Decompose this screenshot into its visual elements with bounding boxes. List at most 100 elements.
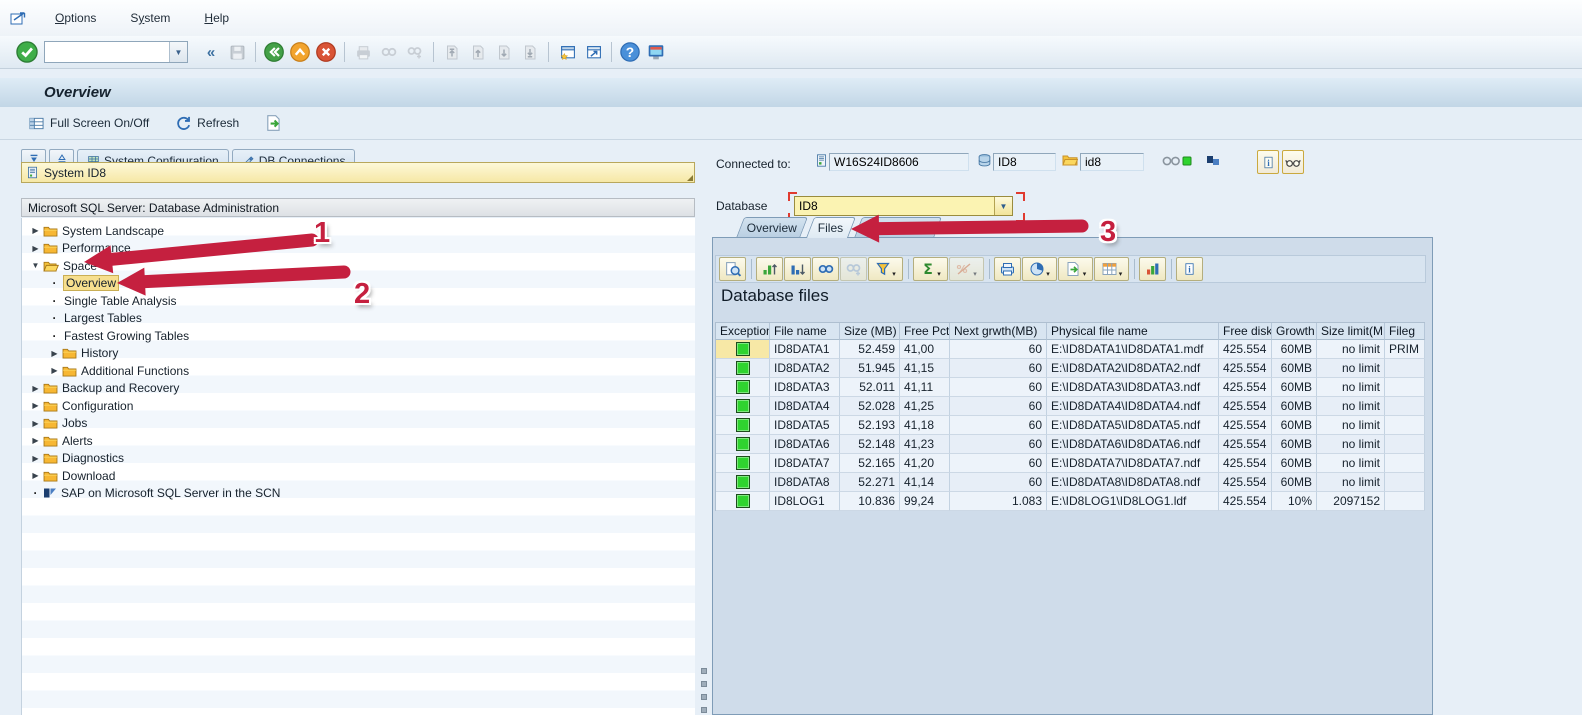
export-button[interactable] [265, 114, 283, 132]
menu-item-system[interactable]: System [120, 8, 180, 28]
command-field[interactable]: ▼ [44, 41, 188, 63]
exception-cell[interactable] [716, 492, 770, 511]
directory-field[interactable]: id8 [1080, 153, 1144, 171]
column-header-exception[interactable]: Exception [716, 323, 770, 340]
views-button[interactable]: ▾ [1022, 257, 1057, 281]
exception-cell[interactable] [716, 359, 770, 378]
sap-session-icon[interactable] [10, 11, 27, 26]
table-row[interactable]: ID8DATA552.19341,1860E:\ID8DATA5\ID8DATA… [716, 416, 1425, 435]
exception-cell[interactable] [716, 435, 770, 454]
sortdesc-button[interactable] [784, 257, 811, 281]
tree-item-sap-on-microsoft-sql-server-in-the-scn[interactable]: ·SAP on Microsoft SQL Server in the SCN [22, 485, 695, 503]
tree-item-backup-and-recovery[interactable]: ▶Backup and Recovery [22, 380, 695, 398]
tree-item-performance[interactable]: ▶Performance [22, 240, 695, 258]
chevron-collapsed-icon[interactable]: ▶ [30, 436, 41, 445]
alert-config-icon[interactable] [1206, 154, 1220, 167]
tree-item-history[interactable]: ▶History [22, 345, 695, 363]
tree-item-alerts[interactable]: ▶Alerts [22, 432, 695, 450]
back-button[interactable] [261, 39, 287, 65]
table-row[interactable]: ID8DATA251.94541,1560E:\ID8DATA2\ID8DATA… [716, 359, 1425, 378]
shortcut-button[interactable] [580, 39, 606, 65]
table-row[interactable]: ID8LOG110.83699,241.083E:\ID8LOG1\ID8LOG… [716, 492, 1425, 511]
printb-button[interactable] [994, 257, 1021, 281]
database-dropdown[interactable]: ID8 ▼ [794, 196, 1013, 216]
column-header-growth[interactable]: Growth [1272, 323, 1317, 340]
magnifier-button[interactable] [719, 257, 746, 281]
exception-cell[interactable] [716, 416, 770, 435]
help-button[interactable]: ? [617, 39, 643, 65]
column-header-size-mb-[interactable]: Size (MB) [840, 323, 900, 340]
system-selector[interactable]: System ID8 [21, 162, 695, 183]
tree-item-fastest-growing-tables[interactable]: ·Fastest Growing Tables [22, 327, 695, 345]
exception-cell[interactable] [716, 473, 770, 492]
fullscreen-toggle-button[interactable]: Full Screen On/Off [28, 116, 149, 131]
infob-button[interactable]: i [1176, 257, 1203, 281]
column-header-next-grwth-mb-[interactable]: Next grwth(MB) [950, 323, 1047, 340]
tree-item-additional-functions[interactable]: ▶Additional Functions [22, 362, 695, 380]
exception-cell[interactable] [716, 378, 770, 397]
chevron-collapsed-icon[interactable]: ▶ [49, 366, 60, 375]
exportb-button[interactable]: ▾ [1058, 257, 1093, 281]
table-row[interactable]: ID8DATA452.02841,2560E:\ID8DATA4\ID8DATA… [716, 397, 1425, 416]
chevron-collapsed-icon[interactable]: ▶ [30, 401, 41, 410]
menu-item-help[interactable]: Help [194, 8, 239, 28]
command-input[interactable] [45, 44, 169, 60]
chevron-collapsed-icon[interactable]: ▶ [49, 349, 60, 358]
exception-cell[interactable] [716, 340, 770, 359]
resize-grip[interactable] [687, 175, 693, 181]
findb-button[interactable] [812, 257, 839, 281]
splitter-grip[interactable] [701, 707, 707, 713]
tree-item-diagnostics[interactable]: ▶Diagnostics [22, 450, 695, 468]
chevron-collapsed-icon[interactable]: ▶ [30, 244, 41, 253]
chevron-collapsed-icon[interactable]: ▶ [30, 454, 41, 463]
tree-item-configuration[interactable]: ▶Configuration [22, 397, 695, 415]
chevron-expanded-icon[interactable]: ▼ [30, 261, 41, 270]
menu-item-options[interactable]: Options [45, 8, 106, 28]
tab-overview[interactable]: Overview [736, 217, 808, 238]
splitter-grip[interactable] [701, 694, 707, 700]
tree-item-space[interactable]: ▼Space [22, 257, 695, 275]
collapse-toolbar-button[interactable]: « [198, 39, 224, 65]
tree-item-jobs[interactable]: ▶Jobs [22, 415, 695, 433]
refresh-button[interactable]: Refresh [175, 115, 239, 132]
tree-item-download[interactable]: ▶Download [22, 467, 695, 485]
table-row[interactable]: ID8DATA352.01141,1160E:\ID8DATA3\ID8DATA… [716, 378, 1425, 397]
column-header-file-name[interactable]: File name [770, 323, 840, 340]
enter-button[interactable] [14, 39, 40, 65]
graph-button[interactable] [1139, 257, 1166, 281]
splitter-grip[interactable] [701, 668, 707, 674]
splitter-grip[interactable] [701, 681, 707, 687]
column-header-fileg[interactable]: Fileg [1385, 323, 1425, 340]
sum-button[interactable]: Σ▾ [913, 257, 948, 281]
tree-item-largest-tables[interactable]: ·Largest Tables [22, 310, 695, 328]
tree-item-system-landscape[interactable]: ▶System Landscape [22, 222, 695, 240]
layout-button[interactable]: ▾ [1094, 257, 1129, 281]
exception-cell[interactable] [716, 397, 770, 416]
chevron-down-icon[interactable]: ▼ [169, 42, 187, 62]
chevron-collapsed-icon[interactable]: ▶ [30, 226, 41, 235]
column-header-free-pct[interactable]: Free Pct [900, 323, 950, 340]
table-row[interactable]: ID8DATA652.14841,2360E:\ID8DATA6\ID8DATA… [716, 435, 1425, 454]
column-header-free-disk[interactable]: Free disk [1219, 323, 1272, 340]
monitor-button[interactable] [643, 39, 669, 65]
tab-files[interactable]: Files [806, 217, 856, 238]
table-row[interactable]: ID8DATA852.27141,1460E:\ID8DATA8\ID8DATA… [716, 473, 1425, 492]
filter-button[interactable]: ▾ [868, 257, 903, 281]
table-row[interactable]: ID8DATA752.16541,2060E:\ID8DATA7\ID8DATA… [716, 454, 1425, 473]
tab-hidden[interactable] [854, 217, 942, 238]
column-header-physical-file-name[interactable]: Physical file name [1047, 323, 1219, 340]
sortasc-button[interactable] [756, 257, 783, 281]
chevron-collapsed-icon[interactable]: ▶ [30, 384, 41, 393]
chevron-collapsed-icon[interactable]: ▶ [30, 419, 41, 428]
glasses-button[interactable] [1282, 150, 1304, 174]
exception-cell[interactable] [716, 454, 770, 473]
exit-button[interactable] [287, 39, 313, 65]
column-header-size-limit-mb-[interactable]: Size limit(MB) [1317, 323, 1385, 340]
info-button[interactable]: i [1257, 150, 1279, 174]
chevron-collapsed-icon[interactable]: ▶ [30, 471, 41, 480]
cancel-button[interactable] [313, 39, 339, 65]
table-row[interactable]: ID8DATA152.45941,0060E:\ID8DATA1\ID8DATA… [716, 340, 1425, 359]
newsession-button[interactable] [554, 39, 580, 65]
server-field[interactable]: W16S24ID8606 [829, 153, 969, 171]
database-name-field[interactable]: ID8 [993, 153, 1056, 171]
